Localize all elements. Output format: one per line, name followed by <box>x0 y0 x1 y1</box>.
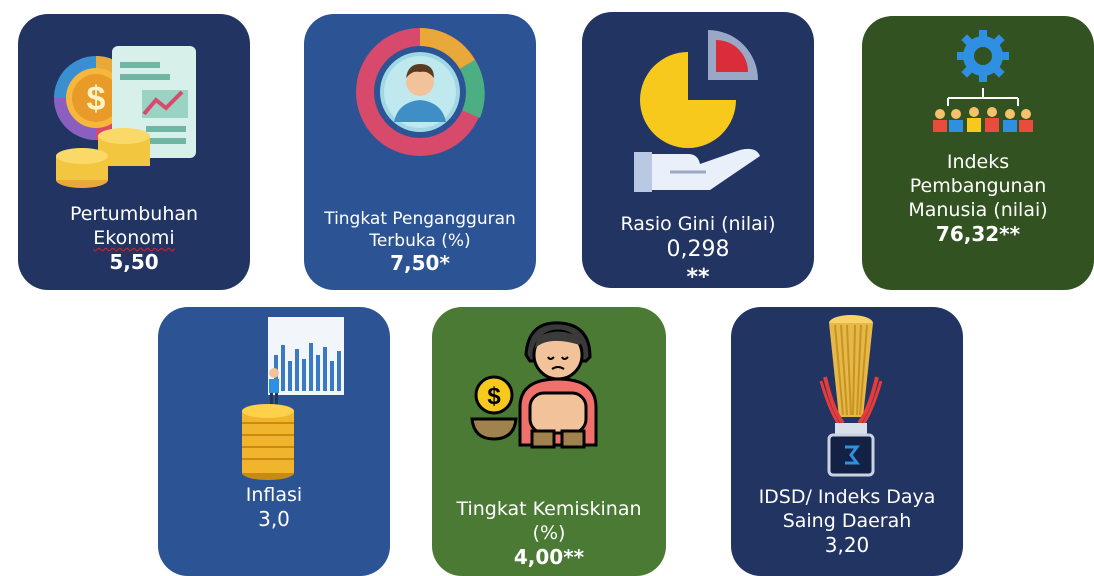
label-line2: Ekonomi <box>93 227 175 249</box>
card-inflasi[interactable]: Inflasi 3,0 <box>158 307 390 576</box>
card-value: 4,00** <box>513 545 585 569</box>
label-line1: Rasio Gini (nilai) <box>620 213 776 235</box>
card-label: Pertumbuhan Ekonomi 5,50 <box>18 202 250 274</box>
card-label: Indeks Pembangunan Manusia (nilai) 76,32… <box>862 150 1094 246</box>
gini-pie-hand-icon <box>634 30 760 192</box>
label-line3: Manusia (nilai) <box>908 199 1048 221</box>
label-line1: Pertumbuhan <box>69 203 199 225</box>
card-value-prefix: (%) <box>532 522 566 544</box>
card-ipm[interactable]: Indeks Pembangunan Manusia (nilai) 76,32… <box>862 16 1094 290</box>
card-value: 5,50 <box>109 250 159 274</box>
inflation-icon <box>242 317 344 480</box>
card-label: Tingkat Pengangguran Terbuka (%) 7,50* <box>304 208 536 274</box>
card-label: Inflasi 3,0 <box>158 483 390 531</box>
unemployment-icon <box>356 28 485 156</box>
card-value: 3,20 <box>824 533 870 557</box>
label-line2: Terbuka (%) <box>369 231 471 251</box>
card-label: Tingkat Kemiskinan (%) 4,00** <box>432 497 666 570</box>
human-development-icon <box>933 30 1033 132</box>
svg-text:$: $ <box>87 80 106 118</box>
card-value: 0,298 <box>666 237 730 262</box>
card-label: IDSD/ Indeks Daya Saing Daerah 3,20 <box>731 485 963 557</box>
label-line1: Tingkat Pengangguran <box>324 209 516 229</box>
card-value-suffix: ** <box>686 265 710 288</box>
card-label: Rasio Gini (nilai) 0,298 ** <box>582 212 814 288</box>
card-value-line: (%) 4,00** <box>432 521 666 570</box>
label-line2: Pembangunan <box>909 175 1047 197</box>
card-idsd[interactable]: IDSD/ Indeks Daya Saing Daerah 3,20 <box>731 307 963 576</box>
label-line1: Indeks <box>946 151 1010 173</box>
label-line1: IDSD/ Indeks Daya <box>758 486 936 508</box>
label-line2: Saing Daerah <box>782 510 912 532</box>
card-rasio-gini[interactable]: Rasio Gini (nilai) 0,298 ** <box>582 12 814 288</box>
card-value: 7,50* <box>390 251 450 275</box>
card-value-line: 0,298 ** <box>582 236 814 288</box>
poverty-icon: $ <box>470 321 598 449</box>
economy-growth-icon: $ <box>54 46 196 188</box>
card-value: 76,32** <box>935 222 1021 246</box>
svg-text:$: $ <box>487 383 501 410</box>
trophy-icon <box>819 315 883 477</box>
card-tingkat-pengangguran[interactable]: Tingkat Pengangguran Terbuka (%) 7,50* <box>304 14 536 290</box>
label-line1: Tingkat Kemiskinan <box>456 498 642 520</box>
card-tingkat-kemiskinan[interactable]: $ Tingkat Kemiskinan (%) 4,00** <box>432 307 666 576</box>
label-line1: Inflasi <box>245 484 303 506</box>
card-pertumbuhan-ekonomi[interactable]: $ Pertumbuhan Ekonomi 5,50 <box>18 14 250 290</box>
card-value: 3,0 <box>258 507 290 531</box>
